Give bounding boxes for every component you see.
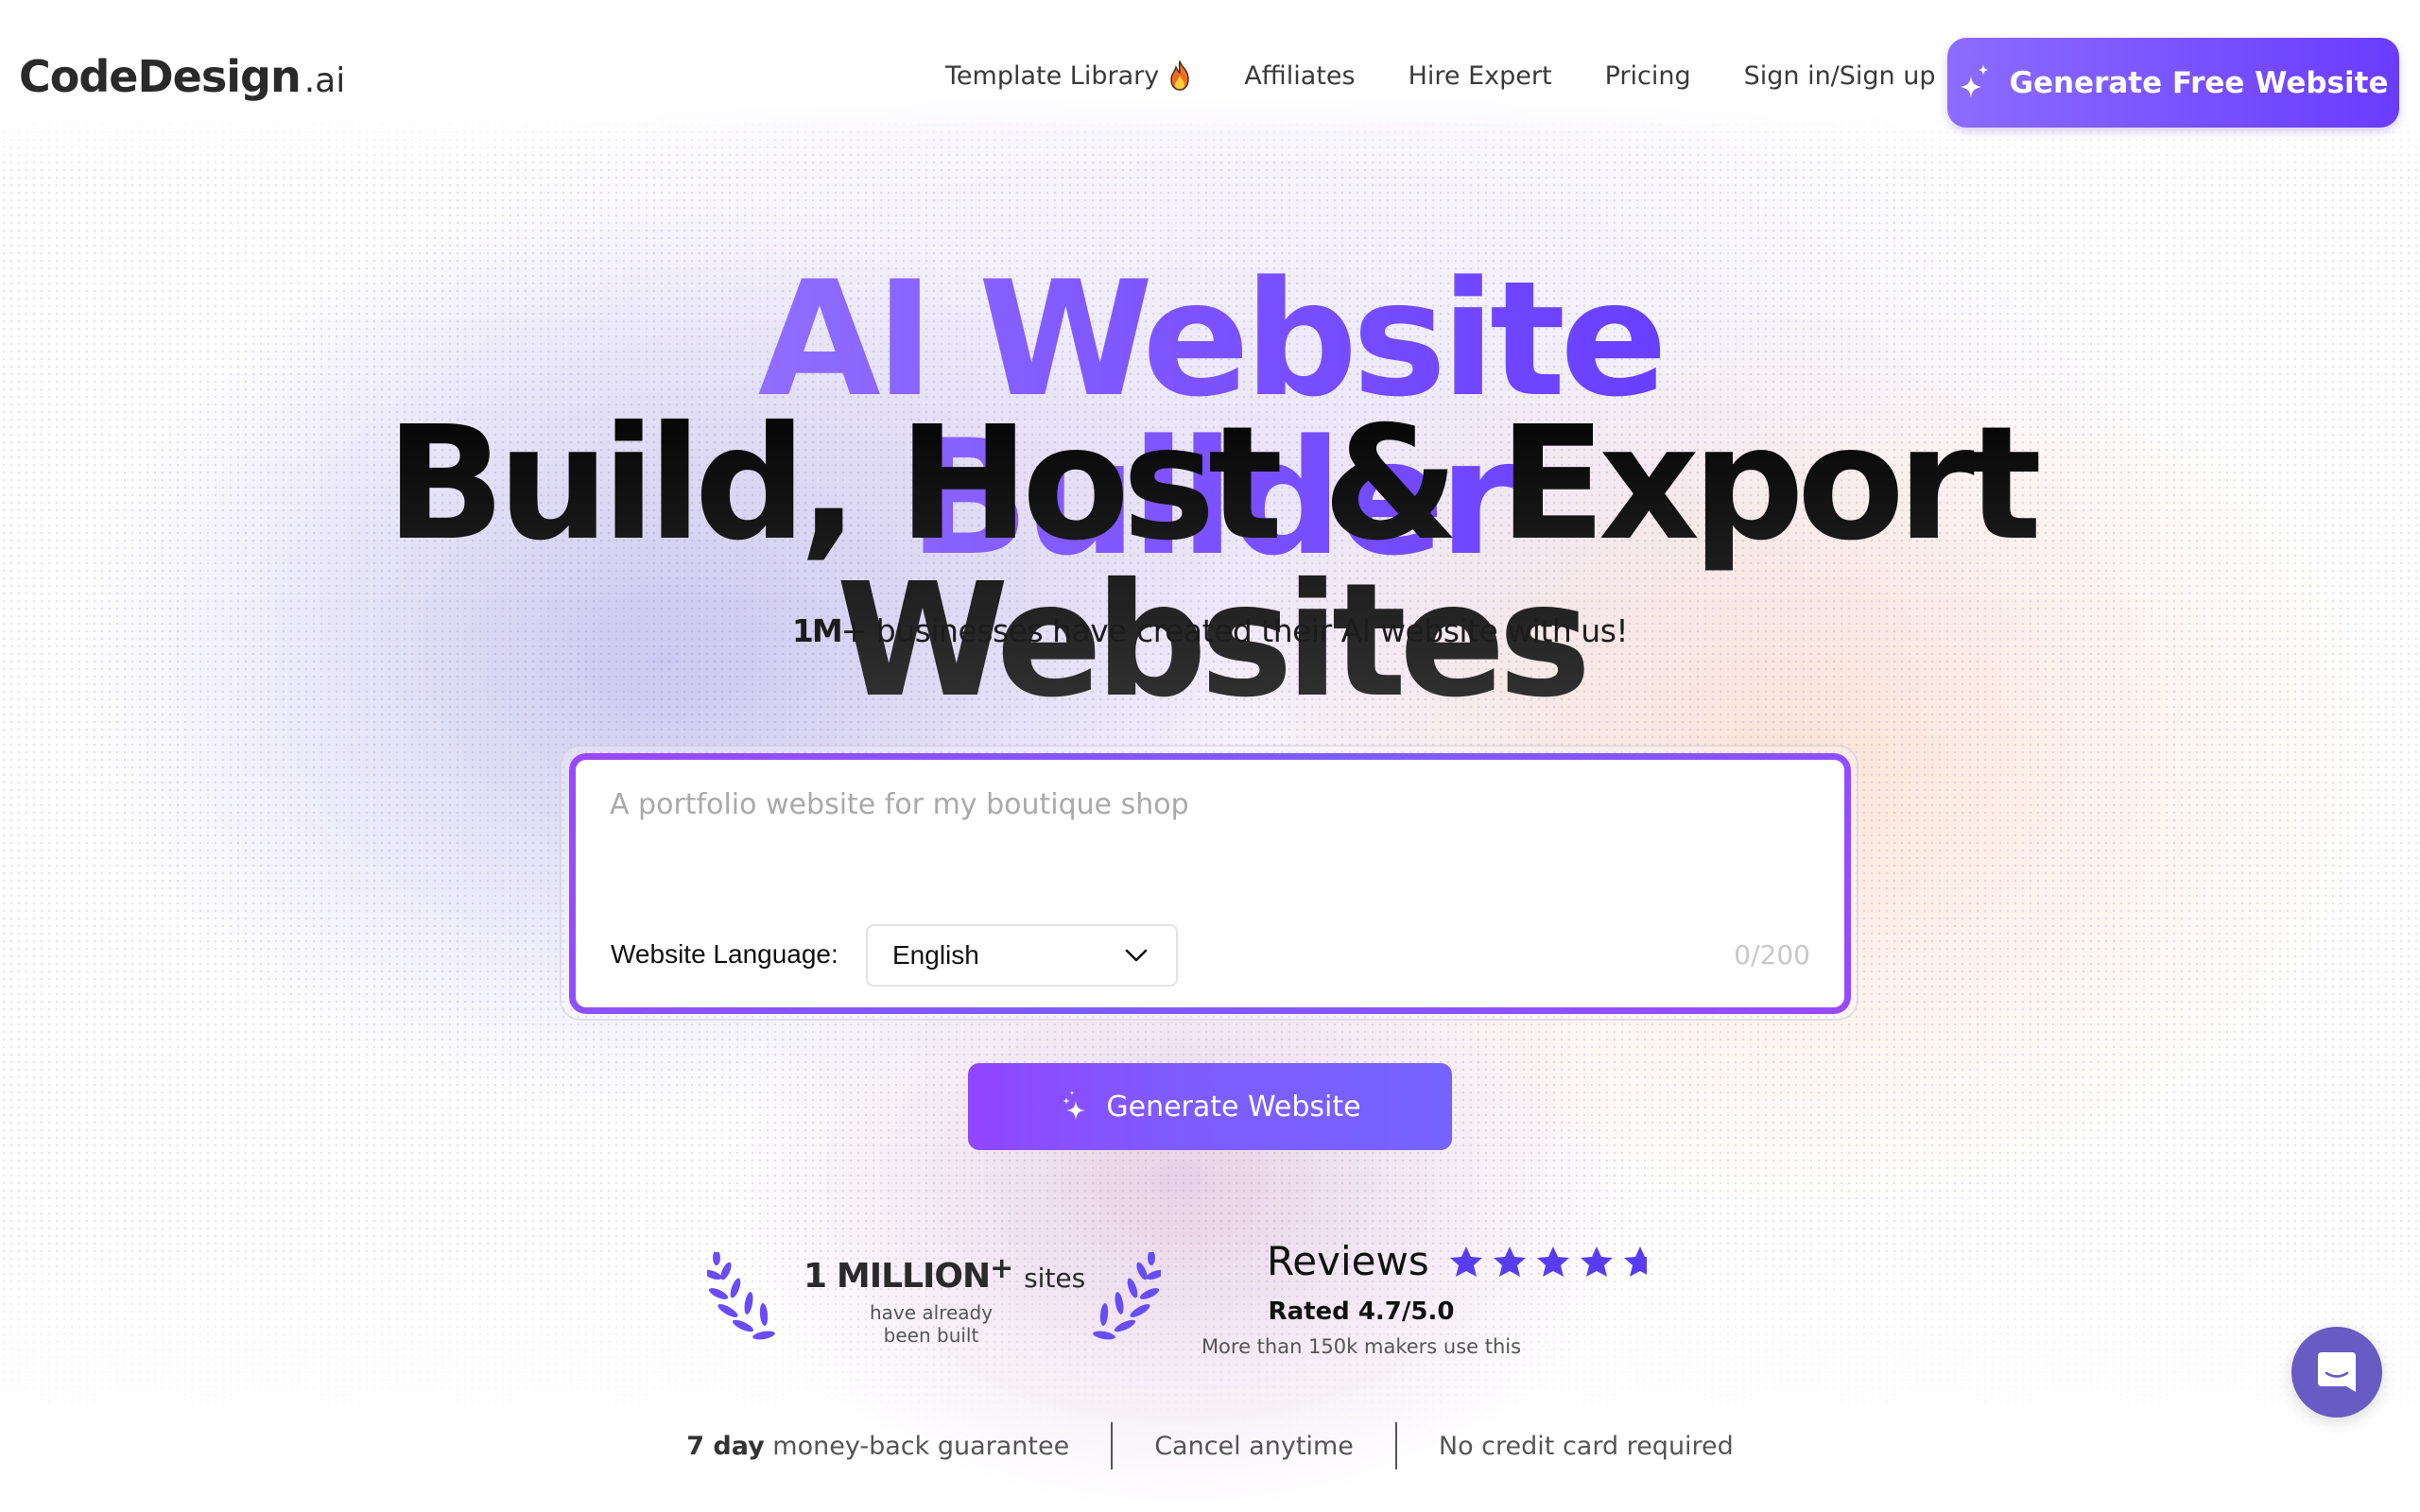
nav-template-library[interactable]: Template Library xyxy=(945,60,1191,91)
star-rating xyxy=(1448,1245,1666,1279)
star-icon xyxy=(1580,1246,1613,1277)
website-description-input[interactable] xyxy=(610,788,1820,873)
generate-free-website-button[interactable]: Generate Free Website xyxy=(1947,38,2399,128)
guarantees-bar: 7 day money-back guarantee Cancel anytim… xyxy=(0,1422,2420,1469)
guarantee-text: money-back guarantee xyxy=(764,1431,1070,1461)
nav-label: Sign in/Sign up xyxy=(1743,60,1936,91)
nav-label: Affiliates xyxy=(1244,60,1356,91)
million-suffix: sites xyxy=(1024,1263,1086,1294)
million-number: 1 xyxy=(804,1257,827,1296)
rating-text: Rated 4.7/5.0 xyxy=(1268,1297,1455,1326)
generate-label: Generate Website xyxy=(1106,1090,1361,1124)
nav-pricing[interactable]: Pricing xyxy=(1605,61,1691,91)
star-icon xyxy=(1493,1246,1526,1277)
chat-launcher-button[interactable] xyxy=(2291,1327,2382,1418)
nav-hire-expert[interactable]: Hire Expert xyxy=(1409,61,1552,91)
million-plus: + xyxy=(990,1252,1014,1285)
guarantee-cancel: Cancel anytime xyxy=(1154,1431,1354,1461)
nav-affiliates[interactable]: Affiliates xyxy=(1244,61,1355,91)
chevron-down-icon xyxy=(1125,949,1148,962)
fire-icon xyxy=(1170,60,1189,91)
character-counter: 0/200 xyxy=(1734,939,1810,971)
hero-tagline: 1M+ businesses have created their AI web… xyxy=(0,612,2420,649)
website-language-select[interactable]: English xyxy=(866,924,1178,987)
chat-bubble-icon xyxy=(2318,1352,2356,1392)
hero-subtitle: Build, Host & Export Websites xyxy=(0,406,2420,720)
cta-label: Generate Free Website xyxy=(2009,65,2389,100)
tagline-text: + businesses have created their AI websi… xyxy=(840,612,1629,649)
logo-name: CodeDesign xyxy=(19,51,302,102)
nav-sign-in[interactable]: Sign in/Sign up xyxy=(1744,61,1936,91)
sparkles-icon xyxy=(1063,1091,1086,1120)
nav-label: Pricing xyxy=(1604,60,1691,91)
star-icon xyxy=(1449,1246,1482,1277)
guarantee-bold: 7 day xyxy=(686,1431,765,1461)
sparkle-icon xyxy=(1960,63,1988,98)
makers-count-text: More than 150k makers use this xyxy=(1201,1335,1522,1358)
nav-label: Hire Expert xyxy=(1408,60,1552,91)
prompt-box: Website Language: English 0/200 xyxy=(569,753,1851,1014)
million-line1: have already xyxy=(869,1301,994,1324)
language-selected: English xyxy=(892,940,979,970)
logo[interactable]: CodeDesign .ai xyxy=(19,51,345,102)
million-line2: been built xyxy=(883,1324,979,1347)
guarantee-no-card: No credit card required xyxy=(1438,1431,1734,1461)
star-icon xyxy=(1536,1246,1569,1277)
reviews-title: Reviews xyxy=(1267,1238,1429,1284)
reviews-block: Reviews Rated 4.7/5.0 More than 150k mak… xyxy=(1201,1238,1666,1358)
tagline-bold: 1M xyxy=(791,612,843,649)
laurel-right-icon xyxy=(1093,1252,1161,1340)
nav-label: Template Library xyxy=(945,60,1160,91)
guarantee-money-back: 7 day money-back guarantee xyxy=(645,1432,1111,1461)
generate-website-button[interactable]: Generate Website xyxy=(968,1063,1452,1150)
million-sites-stat: 1 MILLION+ sites have already been built xyxy=(804,1252,1085,1347)
main-nav: Template Library Affiliates Hire Expert … xyxy=(945,60,1962,91)
million-word: MILLION xyxy=(836,1257,991,1296)
website-language-label: Website Language: xyxy=(611,939,838,969)
star-icon xyxy=(1623,1246,1656,1277)
laurel-left-icon xyxy=(707,1252,775,1340)
logo-tld: .ai xyxy=(303,61,346,100)
